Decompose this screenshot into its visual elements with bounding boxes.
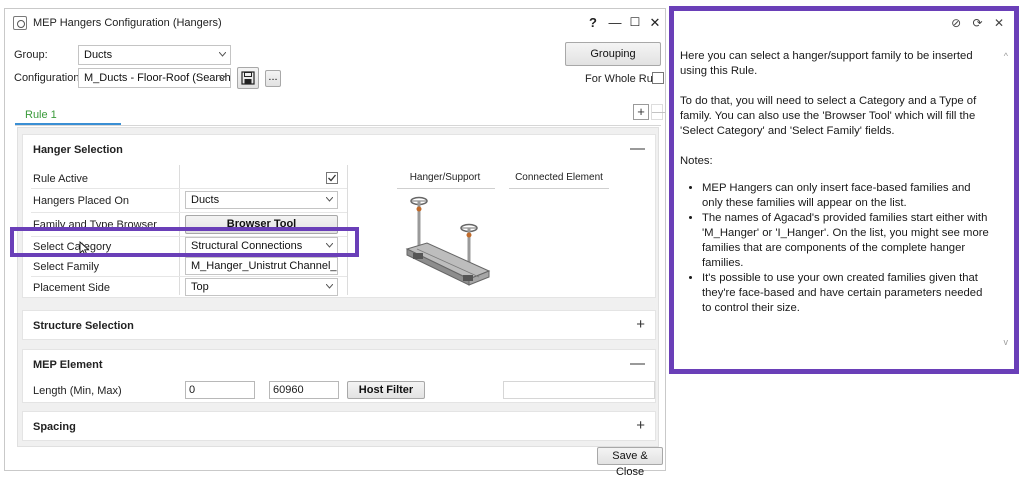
scroll-down-icon[interactable]: v — [1004, 337, 1009, 347]
hanger-selection-panel: Hanger Selection — Rule Active Hangers P… — [22, 134, 656, 298]
hanger-support-column-header: Hanger/Support — [409, 172, 481, 183]
save-config-button[interactable] — [237, 67, 259, 89]
help-paragraph: To do that, you will need to select a Ca… — [680, 95, 977, 137]
configuration-label: Configuration: — [14, 72, 83, 84]
collapse-icon[interactable]: — — [630, 140, 645, 157]
spacing-panel: Spacing + — [22, 411, 656, 441]
help-note-item: It's possible to use your own created fa… — [702, 271, 992, 316]
select-family-value: M_Hanger_Unistrut Channel_Uni — [191, 260, 338, 272]
expand-icon[interactable]: + — [636, 417, 645, 434]
expand-icon[interactable]: + — [636, 316, 645, 333]
help-panel: ⊘ ⟳ ✕ ^ v Here you can select a hanger/s… — [669, 6, 1019, 374]
chevron-down-icon — [219, 75, 226, 80]
help-button[interactable]: ? — [585, 15, 601, 30]
structure-selection-panel: Structure Selection + — [22, 310, 656, 340]
hangers-placed-on-combo[interactable]: Ducts — [185, 191, 338, 209]
chevron-down-icon — [219, 52, 226, 57]
collapse-icon[interactable]: — — [630, 355, 645, 372]
rule-active-label: Rule Active — [33, 173, 89, 185]
chevron-down-icon — [326, 197, 333, 202]
length-max-input[interactable]: 60960 — [269, 381, 339, 399]
title-bar: MEP Hangers Configuration (Hangers) ? — … — [5, 9, 665, 37]
help-panel-toolbar: ⊘ ⟳ ✕ — [943, 16, 1004, 30]
select-family-combo[interactable]: M_Hanger_Unistrut Channel_Uni — [185, 257, 338, 275]
group-label: Group: — [14, 49, 48, 61]
minimize-button[interactable]: — — [607, 15, 623, 30]
hangers-placed-on-value: Ducts — [191, 194, 220, 206]
placement-side-label: Placement Side — [33, 282, 111, 294]
placement-side-value: Top — [191, 281, 209, 293]
help-note-item: The names of Agacad's provided families … — [702, 211, 992, 271]
host-filter-field[interactable] — [503, 381, 655, 399]
group-combo[interactable]: Ducts — [78, 45, 231, 65]
row-divider — [31, 188, 347, 189]
connected-element-column-header: Connected Element — [515, 172, 603, 183]
placement-side-combo[interactable]: Top — [185, 278, 338, 296]
group-value: Ducts — [84, 49, 113, 61]
save-close-button[interactable]: Save & Close — [597, 447, 663, 477]
mep-element-title[interactable]: MEP Element — [33, 359, 103, 371]
host-filter-button[interactable]: Host Filter — [347, 381, 425, 399]
configuration-value: M_Ducts - Floor-Roof (Search To — [84, 72, 231, 84]
help-paragraph: Here you can select a hanger/support fam… — [680, 50, 973, 77]
help-notes-heading: Notes: — [680, 155, 713, 167]
configuration-combo[interactable]: M_Ducts - Floor-Roof (Search To — [78, 68, 231, 88]
app-icon — [13, 16, 27, 30]
whole-run-label: For Whole Run: — [585, 73, 663, 85]
tab-rule-1[interactable]: Rule 1 — [25, 109, 57, 121]
column-header-underline — [397, 188, 495, 189]
add-rule-button[interactable]: + — [633, 104, 649, 120]
rule-active-checkbox[interactable] — [326, 172, 338, 184]
whole-run-checkbox[interactable] — [652, 72, 664, 84]
refresh-icon[interactable]: ⟳ — [973, 16, 983, 30]
close-button[interactable]: ✕ — [647, 15, 663, 31]
hanger-selection-title[interactable]: Hanger Selection — [33, 144, 123, 156]
select-category-highlight — [10, 227, 359, 257]
maximize-button[interactable]: ☐ — [627, 15, 643, 29]
hanger-preview-image — [405, 196, 491, 286]
structure-selection-title[interactable]: Structure Selection — [33, 320, 134, 332]
floppy-disk-icon — [241, 71, 255, 85]
tab-divider — [15, 125, 661, 126]
length-min-input[interactable]: 0 — [185, 381, 255, 399]
checkmark-icon — [328, 174, 337, 182]
remove-rule-button[interactable]: — — [651, 104, 665, 120]
row-divider — [31, 212, 347, 213]
column-header-underline — [509, 188, 609, 189]
length-label: Length (Min, Max) — [33, 385, 122, 397]
spacing-title[interactable]: Spacing — [33, 421, 76, 433]
hide-icon[interactable]: ⊘ — [951, 16, 961, 30]
help-note-item: MEP Hangers can only insert face-based f… — [702, 181, 992, 211]
close-icon[interactable]: ✕ — [994, 16, 1004, 30]
hangers-placed-on-label: Hangers Placed On — [33, 195, 129, 207]
help-notes-list: MEP Hangers can only insert face-based f… — [702, 181, 992, 316]
more-options-button[interactable]: ... — [265, 70, 281, 87]
rule-content: Hanger Selection — Rule Active Hangers P… — [17, 127, 659, 447]
row-divider — [31, 276, 347, 277]
mep-element-panel: MEP Element — Length (Min, Max) 0 60960 … — [22, 349, 656, 403]
chevron-down-icon — [326, 284, 333, 289]
window-title: MEP Hangers Configuration (Hangers) — [33, 17, 222, 29]
scroll-up-icon[interactable]: ^ — [1004, 51, 1008, 61]
help-text: Here you can select a hanger/support fam… — [680, 49, 992, 316]
select-family-label: Select Family — [33, 261, 100, 273]
grouping-button[interactable]: Grouping — [565, 42, 661, 66]
